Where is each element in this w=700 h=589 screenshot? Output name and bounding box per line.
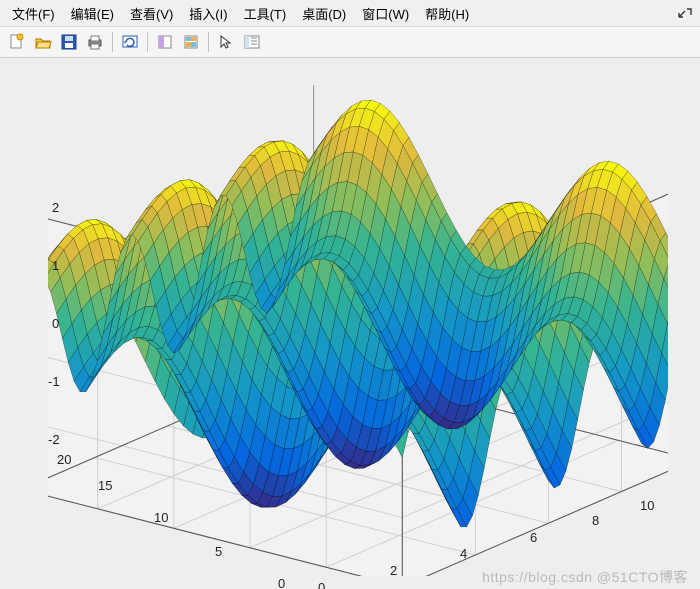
pointer-icon[interactable] xyxy=(213,29,239,55)
toolbar-separator xyxy=(208,32,209,52)
x-tick-label: 2 xyxy=(390,563,397,578)
print-icon[interactable] xyxy=(82,29,108,55)
axes-3d[interactable] xyxy=(48,76,668,576)
z-tick-label: 0 xyxy=(52,316,59,331)
colorbar-icon[interactable] xyxy=(178,29,204,55)
menu-view[interactable]: 查看(V) xyxy=(124,3,179,24)
z-tick-label: 2 xyxy=(52,200,59,215)
menu-file[interactable]: 文件(F) xyxy=(6,3,61,24)
y-tick-label: 15 xyxy=(98,478,112,493)
menu-window[interactable]: 窗口(W) xyxy=(356,3,415,24)
y-tick-label: 20 xyxy=(57,452,71,467)
x-tick-label: 10 xyxy=(640,498,654,513)
z-tick-label: -2 xyxy=(48,432,60,447)
figure-area: 2 1 0 -1 -2 20 15 10 5 0 0 2 4 6 8 10 ht… xyxy=(0,58,700,589)
x-tick-label: 0 xyxy=(318,580,325,589)
menubar: 文件(F) 编辑(E) 查看(V) 插入(I) 工具(T) 桌面(D) 窗口(W… xyxy=(0,0,700,27)
y-tick-label: 0 xyxy=(278,576,285,589)
y-tick-label: 10 xyxy=(154,510,168,525)
menu-desktop[interactable]: 桌面(D) xyxy=(296,3,352,24)
data-cursor-icon[interactable] xyxy=(152,29,178,55)
toolbar-separator xyxy=(112,32,113,52)
menu-edit[interactable]: 编辑(E) xyxy=(65,3,120,24)
refresh-icon[interactable] xyxy=(117,29,143,55)
save-icon[interactable] xyxy=(56,29,82,55)
z-tick-label: 1 xyxy=(52,258,59,273)
plot-tools-icon[interactable] xyxy=(239,29,265,55)
y-tick-label: 5 xyxy=(215,544,222,559)
new-figure-icon[interactable] xyxy=(4,29,30,55)
dock-arrow-icon[interactable] xyxy=(676,6,694,20)
menu-tools[interactable]: 工具(T) xyxy=(238,3,293,24)
x-tick-label: 4 xyxy=(460,546,467,561)
menu-help[interactable]: 帮助(H) xyxy=(419,3,475,24)
x-tick-label: 6 xyxy=(530,530,537,545)
toolbar-separator xyxy=(147,32,148,52)
x-tick-label: 8 xyxy=(592,513,599,528)
menu-insert[interactable]: 插入(I) xyxy=(183,3,233,24)
toolbar xyxy=(0,27,700,58)
open-icon[interactable] xyxy=(30,29,56,55)
z-tick-label: -1 xyxy=(48,374,60,389)
